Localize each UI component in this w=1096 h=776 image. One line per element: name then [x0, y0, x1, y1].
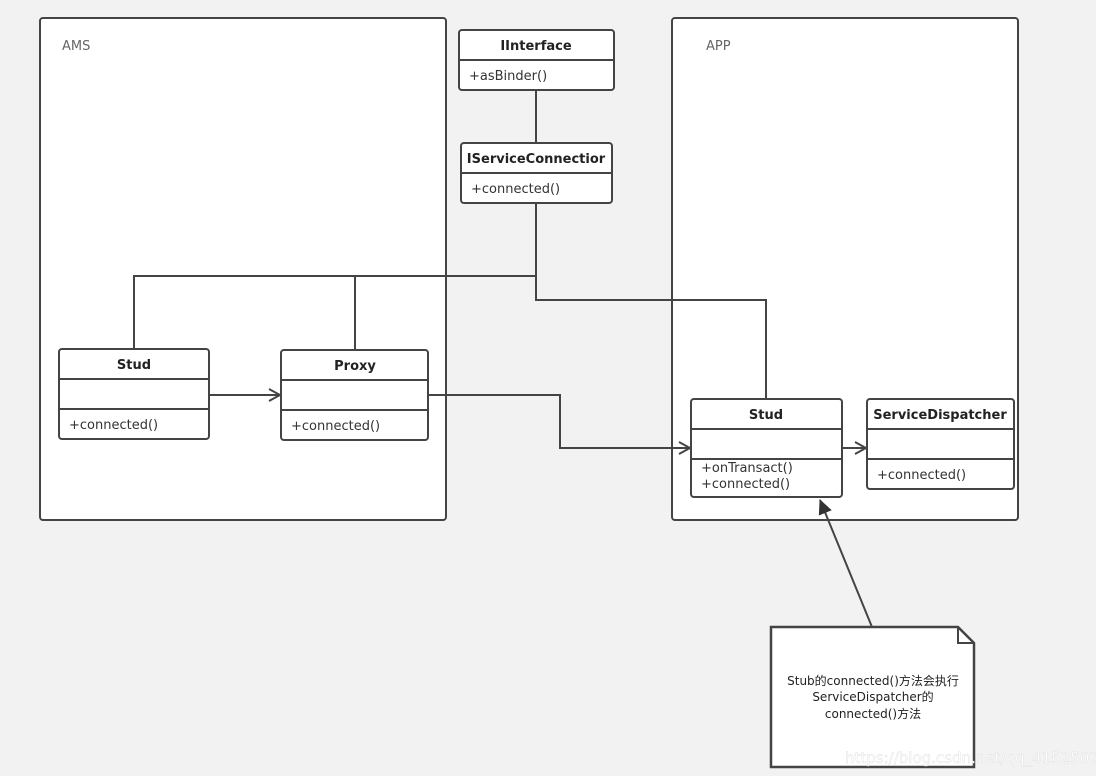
class-name: IInterface	[500, 39, 572, 54]
method: +onTransact()	[701, 461, 793, 476]
method: +connected()	[471, 182, 560, 197]
class-name: Proxy	[334, 359, 376, 374]
note-line: connected()方法	[825, 706, 921, 721]
app-label: APP	[706, 39, 731, 54]
method: +asBinder()	[469, 69, 547, 84]
class-service-dispatcher[interactable]: ServiceDispatcher +connected()	[866, 398, 1015, 490]
method: +connected()	[877, 468, 966, 483]
class-proxy[interactable]: Proxy +connected()	[280, 349, 429, 441]
ams-container[interactable]: AMS	[39, 17, 447, 521]
class-name: ServiceDispatcher	[873, 408, 1007, 423]
class-app-stud[interactable]: Stud +onTransact() +connected()	[690, 398, 843, 498]
class-name: Stud	[749, 408, 783, 423]
note-line: ServiceDispatcher的	[812, 689, 933, 704]
arrow-proxy-to-app-stud	[428, 394, 690, 448]
note-line: Stub的connected()方法会执行	[787, 673, 959, 688]
method: +connected()	[701, 477, 790, 492]
class-name: Stud	[117, 358, 151, 373]
class-ams-stud[interactable]: Stud +connected()	[58, 348, 210, 440]
method: +connected()	[291, 419, 380, 434]
uml-diagram: AMS APP IInterface +asBinder() IServiceC…	[39, 17, 1096, 769]
class-iserviceconnection[interactable]: IServiceConnectior +connected()	[460, 142, 613, 204]
watermark: https://blog.csdn.net/qq_41525021	[845, 749, 1096, 768]
class-name: IServiceConnectior	[467, 152, 606, 167]
ams-label: AMS	[62, 39, 90, 54]
method: +connected()	[69, 418, 158, 433]
class-iinterface[interactable]: IInterface +asBinder()	[458, 29, 615, 91]
note[interactable]: Stub的connected()方法会执行 ServiceDispatcher的…	[769, 625, 976, 769]
